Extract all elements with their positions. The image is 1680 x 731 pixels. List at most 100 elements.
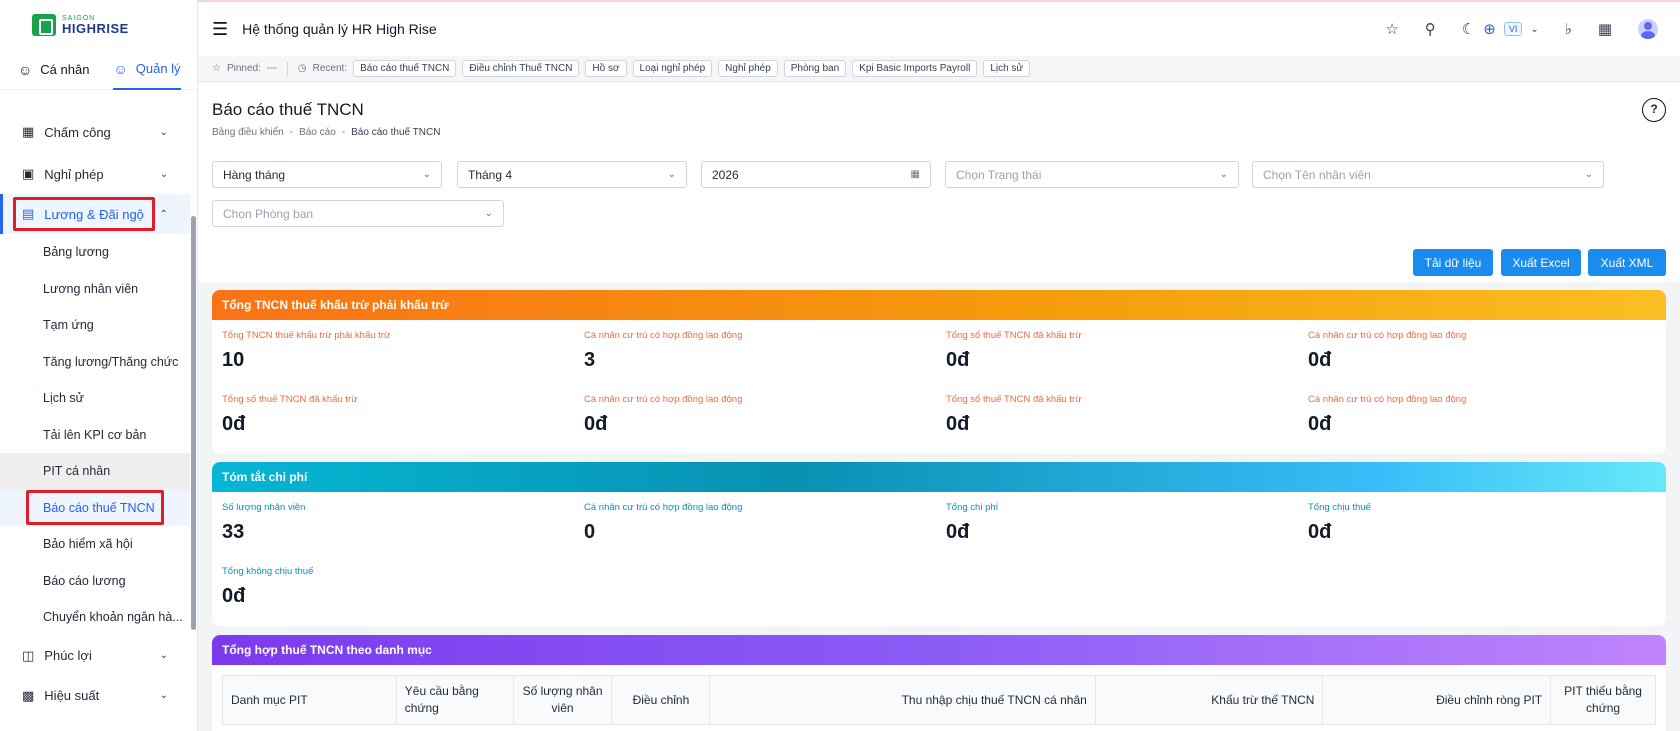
stat-value: 0đ bbox=[222, 413, 246, 435]
pit-category-summary-card: Tổng hợp thuế TNCN theo danh mục Danh mụ… bbox=[212, 635, 1666, 731]
chevron-down-icon[interactable]: ⌄ bbox=[1530, 24, 1538, 35]
department-select-placeholder: Chọn Phòng ban bbox=[223, 206, 314, 221]
sidebar-scrollbar[interactable] bbox=[191, 216, 196, 630]
avatar[interactable] bbox=[1638, 19, 1658, 39]
sidebar-subitem[interactable]: Bảng lương bbox=[0, 234, 190, 271]
breadcrumb-current: Báo cáo thuế TNCN bbox=[351, 127, 441, 138]
stat-item: Tổng số thuế TNCN đã khấu trừ 0đ bbox=[946, 394, 1286, 436]
chevron-down-icon: ⌄ bbox=[159, 690, 168, 701]
column-header[interactable]: PIT thiếu bằng chứng bbox=[1551, 676, 1655, 724]
pit-category-table: Danh mục PIT Yêu cầu bằng chứng Số lượng… bbox=[222, 675, 1656, 725]
stat-item: Cá nhân cư trú có hợp đồng lao động 0đ bbox=[584, 394, 924, 436]
main-content: Báo cáo thuế TNCN ? Bảng điều khiển - Bá… bbox=[198, 82, 1680, 731]
load-data-button[interactable]: Tải dữ liệu bbox=[1413, 249, 1493, 276]
stat-value: 0đ bbox=[222, 585, 246, 607]
period-select-value: Hàng tháng bbox=[223, 167, 286, 182]
stat-value: 0đ bbox=[1308, 413, 1332, 435]
tab-manager[interactable]: ☺ Quản lý bbox=[113, 50, 181, 90]
plus-circle-icon[interactable]: ⊕ bbox=[1483, 20, 1496, 38]
chevron-down-icon: ⌄ bbox=[484, 208, 493, 219]
recent-chip[interactable]: Hồ sơ bbox=[585, 60, 627, 77]
pit-withholding-card: Tổng TNCN thuế khấu trừ phải khấu trừ Tổ… bbox=[212, 290, 1666, 454]
chevron-up-icon: ⌃ bbox=[159, 208, 168, 220]
recent-chip[interactable]: Loại nghỉ phép bbox=[632, 60, 713, 77]
recent-chip[interactable]: Kpi Basic Imports Payroll bbox=[852, 60, 978, 77]
recent-label: Recent: bbox=[312, 63, 348, 74]
column-header[interactable]: Điều chỉnh bbox=[612, 676, 711, 724]
sidebar-subitem[interactable]: Báo cáo lương bbox=[0, 563, 190, 600]
column-header[interactable]: Khấu trừ thế TNCN bbox=[1096, 676, 1324, 724]
sidebar-item-luong[interactable]: ▤ Lương & Đãi ngộ ⌃ bbox=[0, 194, 190, 234]
stat-label: Cá nhân cư trú có hợp đồng lao động bbox=[584, 394, 743, 405]
stat-label: Cá nhân cư trú có hợp đồng lao động bbox=[584, 330, 743, 341]
department-select[interactable]: Chọn Phòng ban ⌄ bbox=[212, 200, 504, 227]
stat-label: Cá nhân cư trú có hợp đồng lao động bbox=[1308, 394, 1467, 405]
sidebar-subitem[interactable]: Bảo hiểm xã hội bbox=[0, 526, 190, 563]
export-excel-button[interactable]: Xuất Excel bbox=[1501, 249, 1581, 276]
search-icon[interactable]: ⚲ bbox=[1425, 20, 1436, 38]
employee-select[interactable]: Chọn Tên nhân viên ⌄ bbox=[1252, 161, 1604, 188]
stat-item: Cá nhân cư trú có hợp đồng lao động 0đ bbox=[1308, 330, 1648, 372]
column-header[interactable]: Số lượng nhân viên bbox=[514, 676, 613, 724]
recent-chip[interactable]: Báo cáo thuế TNCN bbox=[353, 60, 457, 77]
recent-chip[interactable]: Điều chỉnh Thuế TNCN bbox=[462, 60, 580, 77]
sidebar-subitem[interactable]: Tạm ứng bbox=[0, 307, 190, 344]
moon-icon[interactable]: ☾ ⊕ VI ⌄ bbox=[1462, 20, 1539, 38]
stat-value: 3 bbox=[584, 349, 596, 371]
calendar-icon[interactable]: ▦ bbox=[1598, 20, 1612, 38]
chevron-down-icon: ⌄ bbox=[422, 169, 431, 180]
table-header-row: Danh mục PIT Yêu cầu bằng chứng Số lượng… bbox=[223, 676, 1655, 724]
recent-chip[interactable]: Nghỉ phép bbox=[718, 60, 778, 77]
help-icon[interactable]: ? bbox=[1642, 98, 1666, 122]
column-header[interactable]: Yêu cầu bằng chứng bbox=[397, 676, 514, 724]
year-picker[interactable]: 2026 ▦ bbox=[701, 161, 931, 188]
stat-item: Cá nhân cư trú có hợp đồng lao động 0đ bbox=[1308, 394, 1648, 436]
column-header[interactable]: Thu nhập chịu thuế TNCN cá nhân bbox=[710, 676, 1096, 724]
status-select[interactable]: Chọn Trạng thái ⌄ bbox=[945, 161, 1239, 188]
bell-icon[interactable]: ♭ bbox=[1565, 20, 1572, 38]
stat-value: 0đ bbox=[946, 521, 970, 543]
recent-chip[interactable]: Lịch sử bbox=[983, 60, 1031, 77]
star-icon[interactable]: ☆ bbox=[1385, 20, 1398, 38]
gift-icon: ◫ bbox=[22, 647, 35, 663]
export-xml-button[interactable]: Xuất XML bbox=[1588, 249, 1666, 276]
chevron-down-icon: ⌄ bbox=[159, 126, 168, 138]
stat-value: 0đ bbox=[1308, 349, 1332, 371]
sidebar-item-label: Nghỉ phép bbox=[44, 166, 104, 182]
sidebar-item-cham-cong[interactable]: ▦ Chấm công ⌄ bbox=[0, 114, 190, 150]
stat-item: Cá nhân cư trú có hợp đồng lao động 0 bbox=[584, 502, 924, 544]
sidebar-item-nghi-phep[interactable]: ▣ Nghỉ phép ⌄ bbox=[0, 154, 190, 194]
breadcrumb-item[interactable]: Bảng điều khiển bbox=[212, 127, 284, 138]
sidebar-item-label: Phúc lợi bbox=[44, 648, 92, 663]
breadcrumb-separator: - bbox=[341, 127, 346, 138]
language-selector[interactable]: VI bbox=[1503, 22, 1523, 36]
sidebar-subitem-active[interactable]: Báo cáo thuế TNCN bbox=[0, 489, 190, 526]
sidebar-subitem[interactable]: Lịch sử bbox=[0, 380, 190, 417]
stat-value: 0đ bbox=[584, 413, 608, 435]
column-header[interactable]: Điều chỉnh ròng PIT bbox=[1323, 676, 1552, 724]
recent-chip[interactable]: Phòng ban bbox=[783, 60, 847, 77]
user-icon: ☺ bbox=[113, 60, 128, 77]
period-select[interactable]: Hàng tháng ⌄ bbox=[212, 161, 442, 188]
sidebar-item-label: Lương & Đãi ngộ bbox=[44, 206, 144, 222]
breadcrumb-item[interactable]: Báo cáo bbox=[299, 127, 336, 138]
sidebar-item-phuc-loi[interactable]: ◫ Phúc lợi ⌄ bbox=[0, 636, 190, 676]
pinned-label: Pinned: bbox=[226, 63, 261, 74]
sidebar-subitem[interactable]: PIT cá nhân bbox=[0, 453, 190, 490]
chevron-down-icon: ⌄ bbox=[159, 168, 168, 180]
sidebar-item-hieu-suat[interactable]: ▩ Hiệu suất ⌄ bbox=[0, 676, 190, 716]
tab-personal[interactable]: ☺ Cá nhân bbox=[18, 50, 89, 90]
logo[interactable]: SAIGON HIGHRISE bbox=[0, 0, 197, 50]
hamburger-menu-icon[interactable]: ☰ bbox=[212, 19, 228, 40]
sidebar-subitem[interactable]: Tải lên KPI cơ bản bbox=[0, 417, 190, 454]
sidebar-item-label: Hiệu suất bbox=[44, 688, 100, 703]
sidebar-subitem[interactable]: Chuyển khoản ngân hà... bbox=[0, 599, 190, 636]
chevron-down-icon: ⌄ bbox=[1219, 169, 1228, 180]
sidebar-subitem[interactable]: Tăng lương/Thăng chức bbox=[0, 344, 190, 381]
sidebar-subitem[interactable]: Lương nhân viên bbox=[0, 271, 190, 308]
month-select[interactable]: Tháng 4 ⌄ bbox=[457, 161, 687, 188]
mode-tabs: ☺ Cá nhân ☺ Quản lý bbox=[0, 50, 197, 90]
month-select-value: Tháng 4 bbox=[468, 167, 513, 182]
column-header[interactable]: Danh mục PIT bbox=[223, 676, 397, 724]
stat-value: 33 bbox=[222, 521, 245, 543]
